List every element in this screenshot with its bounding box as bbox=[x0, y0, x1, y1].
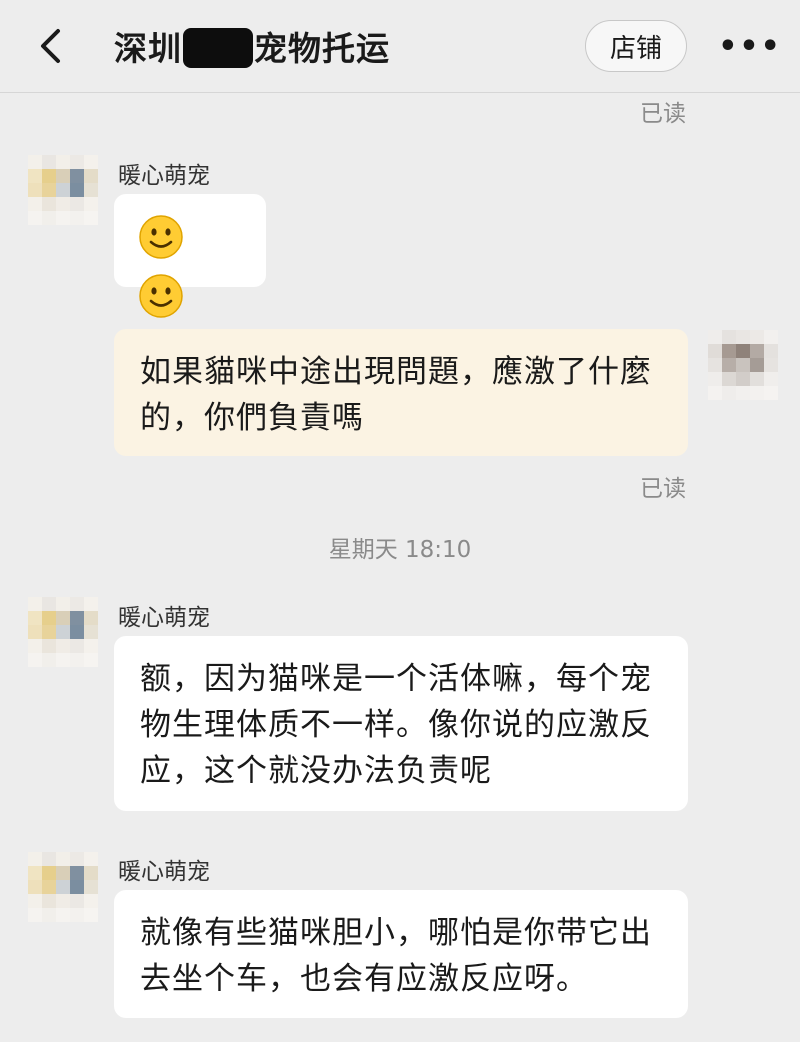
more-options-button[interactable]: ••• bbox=[718, 28, 780, 64]
read-receipt: 已读 bbox=[640, 476, 686, 502]
message-bubble-emoji[interactable] bbox=[114, 194, 266, 318]
chat-title: 深圳 宠物托运 bbox=[114, 22, 390, 70]
chevron-left-icon bbox=[41, 29, 60, 63]
more-dots-icon: ••• bbox=[718, 28, 782, 64]
message-timestamp: 星期天 18:10 bbox=[328, 537, 472, 563]
avatar-incoming[interactable] bbox=[28, 597, 98, 667]
message-bubble-outgoing[interactable]: 如果貓咪中途出現問題，應激了什麼的，你們負責嗎 bbox=[114, 329, 688, 456]
message-bubble-incoming[interactable]: 就像有些猫咪胆小，哪怕是你带它出去坐个车，也会有应激反应呀。 bbox=[114, 890, 688, 1018]
read-receipt: 已读 bbox=[640, 101, 686, 127]
store-button[interactable]: 店铺 bbox=[585, 20, 687, 72]
sender-name: 暖心萌宠 bbox=[118, 605, 210, 631]
slightly-smiling-face-icon bbox=[139, 215, 183, 259]
back-button[interactable] bbox=[30, 24, 70, 68]
chat-header: 深圳 宠物托运 店铺 ••• bbox=[0, 0, 800, 93]
message-bubble-incoming[interactable]: 额，因为猫咪是一个活体嘛，每个宠物生理体质不一样。像你说的应激反应，这个就没办法… bbox=[114, 636, 688, 811]
sender-name: 暖心萌宠 bbox=[118, 859, 210, 885]
slightly-smiling-face-icon bbox=[139, 274, 183, 318]
chat-title-prefix: 深圳 bbox=[114, 29, 182, 68]
redaction-mark bbox=[183, 28, 253, 68]
avatar-incoming[interactable] bbox=[28, 852, 98, 922]
sender-name: 暖心萌宠 bbox=[118, 163, 210, 189]
chat-title-suffix: 宠物托运 bbox=[254, 29, 390, 68]
avatar-self[interactable] bbox=[708, 330, 778, 400]
avatar-incoming[interactable] bbox=[28, 155, 98, 225]
